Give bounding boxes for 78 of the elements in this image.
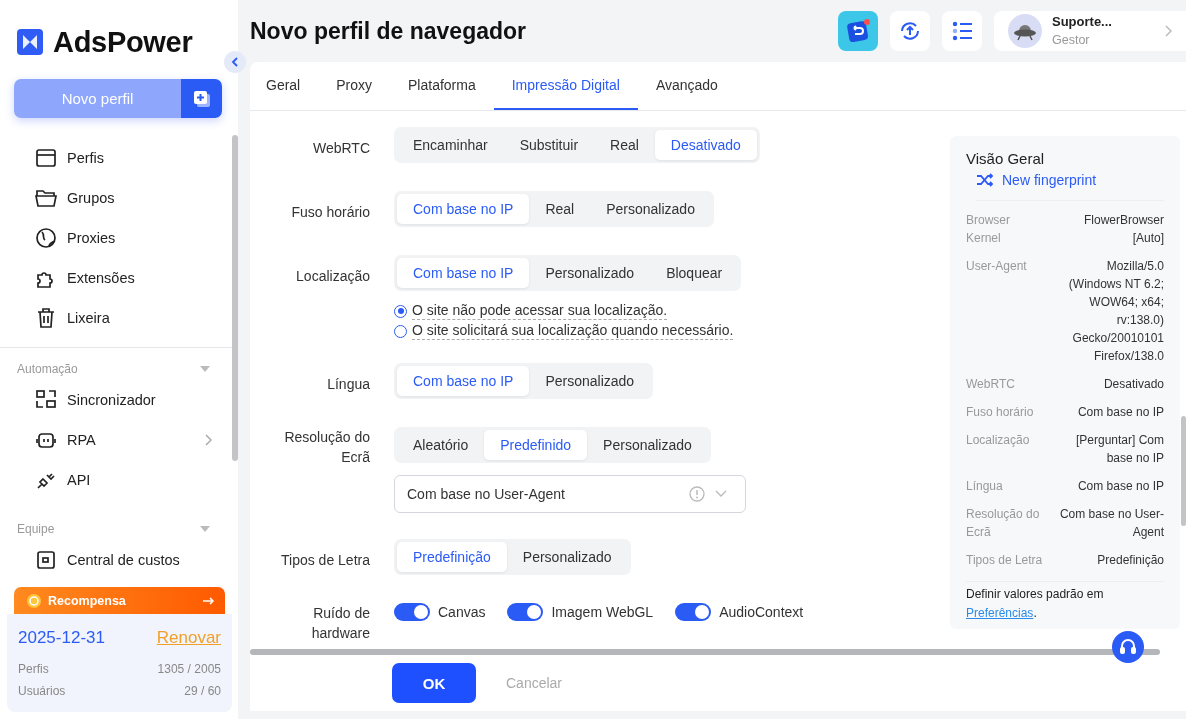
expiry-date: 2025-12-31 (18, 628, 105, 648)
overview-value: Com base no User-Agent (1058, 506, 1164, 541)
field-label: WebRTC (311, 139, 370, 158)
defaults-note: Definir valores padrão em (966, 586, 1105, 603)
overview-value: Mozilla/5.0 (Windows NT 6.2; WOW64; x64; rv:138.0) Gecko/20010101 Firefox/138.0 (1067, 258, 1164, 365)
field-label: Fuso horário (290, 203, 370, 222)
segment-option[interactable]: Real (529, 194, 591, 224)
overview-label: Fuso horário (966, 404, 1035, 421)
nav-item[interactable]: Perfis (0, 138, 230, 178)
segment-option[interactable]: Personalizado (529, 258, 651, 288)
user-role: Gestor (1052, 32, 1091, 49)
field-label: Localização (295, 267, 370, 286)
stat-label: Perfis (18, 661, 49, 678)
field-label: Tipos de Letra (280, 551, 370, 570)
segment-option[interactable]: Personalizado (590, 194, 711, 224)
segment-option[interactable]: Com base no IP (397, 258, 530, 288)
page-title: Novo perfil de navegador (250, 17, 527, 45)
stat-value: 1305 / 2005 (157, 661, 221, 678)
field-label: Resolução do Ecrã (283, 428, 370, 467)
section-title: Equipe (17, 522, 55, 536)
period-text: . (1033, 606, 1037, 620)
segment-option[interactable]: Com base no IP (397, 194, 530, 224)
nav-item[interactable]: RPA (0, 420, 230, 460)
overview-value: Com base no IP (1077, 404, 1164, 421)
nav-item[interactable]: Lixeira (0, 298, 230, 338)
field-label: Ruído de hardware (310, 604, 370, 643)
brand-name: AdsPower (53, 25, 193, 59)
radio-label: O site solicitará sua localização quando necessário. (412, 322, 734, 340)
overview-value: Desativado (1103, 376, 1164, 393)
overview-value: Predefinição (1097, 552, 1164, 569)
tab[interactable]: Impressão Digital (493, 62, 638, 110)
tab[interactable]: Geral (266, 62, 319, 110)
field-label: Língua (326, 375, 370, 394)
overview-label: User-Agent (966, 258, 1028, 275)
overview-label: Browser Kernel (966, 212, 1011, 247)
section-title: Automação (17, 362, 78, 376)
overview-value: Com base no IP (1077, 478, 1164, 495)
nav-item[interactable]: Proxies (0, 218, 230, 258)
tab[interactable]: Plataforma (390, 62, 494, 110)
overview-label: WebRTC (966, 376, 1016, 393)
overview-value: [Perguntar] Com base no IP (1074, 432, 1164, 467)
toggle-label: AudioContext (719, 604, 804, 620)
segment-option[interactable]: Personalizado (587, 430, 708, 460)
nav-item[interactable]: Extensões (0, 258, 230, 298)
user-name: Suporte... (1052, 13, 1113, 31)
toggle-label: Canvas (438, 604, 486, 620)
nav-item[interactable]: Grupos (0, 178, 230, 218)
segment-option[interactable]: Desativado (654, 130, 757, 160)
segment-option[interactable]: Personalizado (506, 542, 628, 572)
tab[interactable]: Proxy (318, 62, 391, 110)
radio-label: O site não pode acessar sua localização. (412, 302, 668, 320)
nav-item[interactable]: Sincronizador (0, 380, 230, 420)
segment-option[interactable]: Predefinição (397, 542, 507, 572)
nav-item[interactable]: Central de custos (0, 540, 230, 580)
overview-label: Resolução do Ecrã (966, 506, 1041, 541)
segment-option[interactable]: Encaminhar (397, 130, 504, 160)
toggle-label: Imagem WebGL (551, 604, 654, 620)
segment-option[interactable]: Com base no IP (397, 366, 530, 396)
stat-label: Usuários (18, 683, 66, 700)
stat-value: 29 / 60 (184, 683, 221, 700)
nav-item[interactable]: API (0, 460, 230, 500)
overview-label: Tipos de Letra (966, 552, 1044, 569)
select-field[interactable]: Com base no User-Agent (394, 475, 746, 513)
user-card[interactable]: Suporte... Gestor (994, 11, 1186, 51)
new-fingerprint-link[interactable]: New fingerprint (976, 172, 1164, 201)
ok-button[interactable]: OK (392, 663, 476, 703)
overview-title: Visão Geral (966, 150, 1046, 167)
segment-option[interactable]: Aleatório (397, 430, 485, 460)
segment-option[interactable]: Real (594, 130, 655, 160)
tab[interactable]: Avançado (637, 62, 736, 110)
segment-option[interactable]: Predefinido (484, 430, 588, 460)
segment-option[interactable]: Substituir (503, 130, 595, 160)
segment-option[interactable]: Bloquear (650, 258, 739, 288)
segment-option[interactable]: Personalizado (529, 366, 651, 396)
overview-label: Localização (966, 432, 1031, 449)
overview-value: FlowerBrowser [Auto] (1083, 212, 1164, 247)
reward-label: Recompensa (48, 593, 127, 608)
overview-label: Língua (966, 478, 1004, 495)
